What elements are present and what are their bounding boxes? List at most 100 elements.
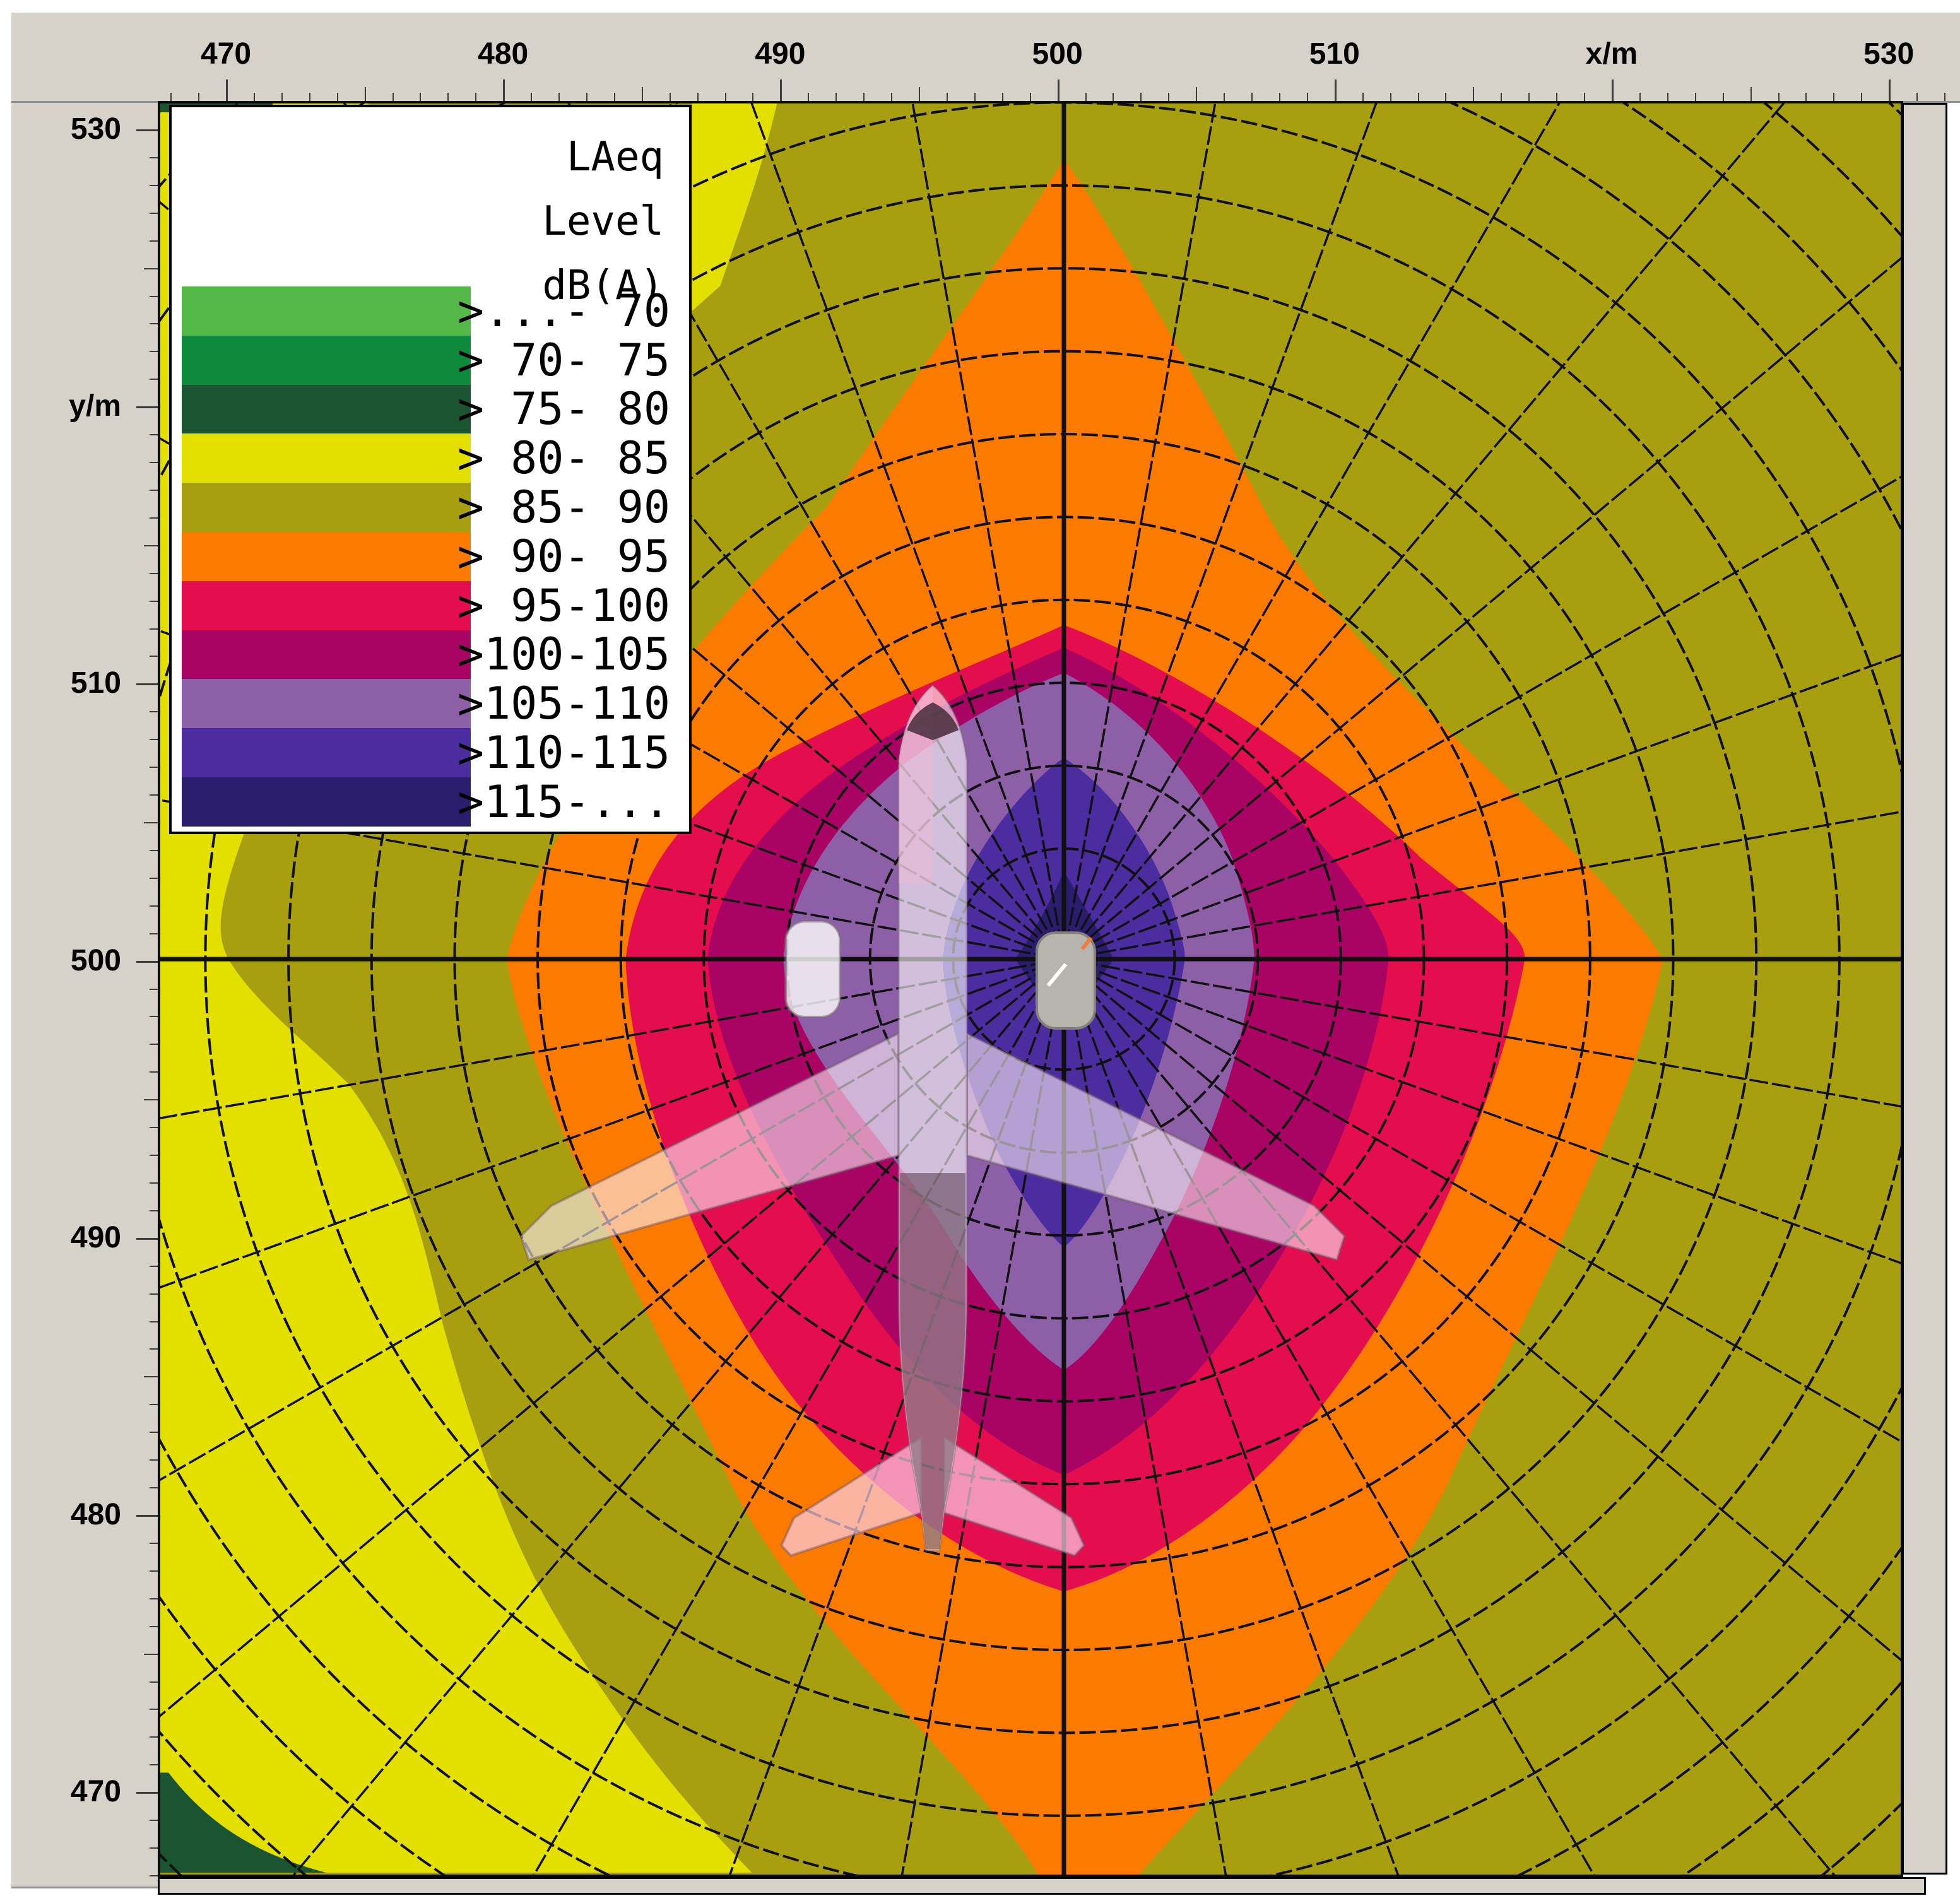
y-axis-label: 510 [70, 666, 121, 700]
legend-swatch [182, 433, 471, 483]
y-axis-label: 470 [70, 1775, 121, 1809]
x-ruler-tick [946, 93, 948, 101]
y-ruler-tick [150, 1459, 158, 1461]
x-ruler-tick [835, 93, 837, 101]
x-ruler-tick [1694, 93, 1696, 101]
legend-swatch [182, 777, 471, 827]
x-ruler-tick [1556, 93, 1558, 101]
x-ruler-tick [1612, 79, 1614, 101]
legend-label: >110-115 [457, 727, 670, 779]
x-axis-label: 490 [755, 37, 806, 71]
y-ruler-tick [150, 184, 158, 186]
x-ruler-tick [1861, 93, 1863, 101]
y-ruler-tick [150, 351, 158, 353]
legend-label: >105-110 [457, 678, 670, 730]
x-ruler-tick [1639, 93, 1641, 101]
x-ruler-tick [1944, 93, 1946, 101]
x-axis-label: x/m [1585, 37, 1638, 71]
legend-label: > 85- 90 [457, 481, 670, 534]
y-ruler-tick [150, 849, 158, 851]
y-ruler-tick [150, 1210, 158, 1211]
y-ruler-tick [150, 1155, 158, 1157]
x-ruler-tick [697, 93, 699, 101]
x-ruler-tick [1390, 93, 1391, 101]
y-ruler-tick [136, 406, 158, 409]
y-ruler-tick [150, 434, 158, 436]
legend-label: > 95-100 [457, 579, 670, 632]
x-ruler-tick [919, 87, 920, 101]
x-ruler-tick [1916, 93, 1918, 101]
x-ruler-tick [281, 93, 283, 101]
legend-swatch [182, 580, 471, 630]
x-ruler-tick [1140, 93, 1142, 101]
y-axis-label: 500 [70, 943, 121, 977]
x-ruler-tick [420, 93, 422, 101]
x-ruler-tick [1362, 93, 1364, 101]
y-ruler-tick [150, 240, 158, 242]
legend-swatch [182, 483, 471, 532]
y-ruler-tick [136, 1237, 158, 1240]
legend-swatch [182, 531, 471, 581]
x-ruler-tick [1306, 93, 1308, 101]
x-ruler-tick [974, 93, 976, 101]
y-ruler-tick [150, 1044, 158, 1045]
y-ruler-tick [150, 1736, 158, 1738]
y-ruler-tick [150, 1570, 158, 1572]
y-ruler-tick [144, 1099, 158, 1101]
legend-row: > 95-100 [182, 579, 680, 632]
x-ruler-tick [392, 93, 394, 101]
x-ruler-tick [336, 93, 338, 101]
x-ruler-tick [808, 93, 810, 101]
vertical-scrollbar[interactable] [1902, 103, 1947, 1875]
legend-label: >...- 70 [457, 285, 670, 337]
y-ruler-tick [144, 268, 158, 269]
legend-swatch [182, 679, 471, 729]
y-ruler-tick [150, 1542, 158, 1544]
y-ruler-tick [150, 295, 158, 297]
x-ruler-tick [1805, 93, 1807, 101]
y-ruler-tick [150, 1875, 158, 1876]
y-ruler-tick [150, 905, 158, 907]
y-ruler-tick [144, 1653, 158, 1655]
y-ruler-tick [150, 1127, 158, 1129]
legend-row: > 75- 80 [182, 383, 680, 435]
y-ruler-tick [150, 489, 158, 491]
x-axis-label: 500 [1032, 37, 1083, 71]
x-ruler-tick [1334, 79, 1337, 101]
y-ruler-tick [150, 1598, 158, 1599]
legend-box: LAeq Level dB(A) >...- 70 > 70- 75 > 75- 8… [169, 105, 692, 834]
x-ruler-tick [226, 79, 228, 101]
x-ruler-tick [1833, 93, 1835, 101]
x-ruler-tick [752, 93, 754, 101]
y-ruler-tick [136, 960, 158, 963]
legend-label: >115-... [457, 775, 670, 828]
y-ruler-tick [150, 1709, 158, 1711]
x-ruler-tick [1750, 87, 1752, 101]
x-ruler-tick [613, 93, 615, 101]
legend-label: > 80- 85 [457, 432, 670, 485]
y-ruler-tick [136, 683, 158, 686]
legend-label: >100-105 [457, 628, 670, 681]
y-ruler-tick [150, 1681, 158, 1683]
x-ruler-tick [1445, 93, 1447, 101]
x-ruler-tick [1113, 93, 1114, 101]
x-ruler-tick [309, 93, 310, 101]
y-ruler-tick [150, 1847, 158, 1849]
x-axis-label: 480 [478, 37, 529, 71]
y-ruler-tick [150, 1016, 158, 1018]
legend-row: > 80- 85 [182, 432, 680, 485]
legend-label: > 75- 80 [457, 383, 670, 435]
x-ruler-tick [1528, 93, 1530, 101]
x-ruler-tick [1584, 93, 1586, 101]
x-ruler-tick [253, 93, 255, 101]
y-ruler-tick [150, 1182, 158, 1184]
x-ruler-tick [1029, 93, 1031, 101]
y-ruler-tick [150, 1487, 158, 1489]
x-ruler-tick [558, 93, 560, 101]
x-ruler-tick [724, 93, 726, 101]
x-ruler-tick [1168, 93, 1170, 101]
legend-rows: >...- 70 > 70- 75 > 75- 80 > 80- 85 > 85- 90… [182, 285, 680, 828]
legend-label: > 90- 95 [457, 530, 670, 582]
y-ruler-tick [150, 517, 158, 519]
x-ruler-tick [1473, 87, 1475, 101]
